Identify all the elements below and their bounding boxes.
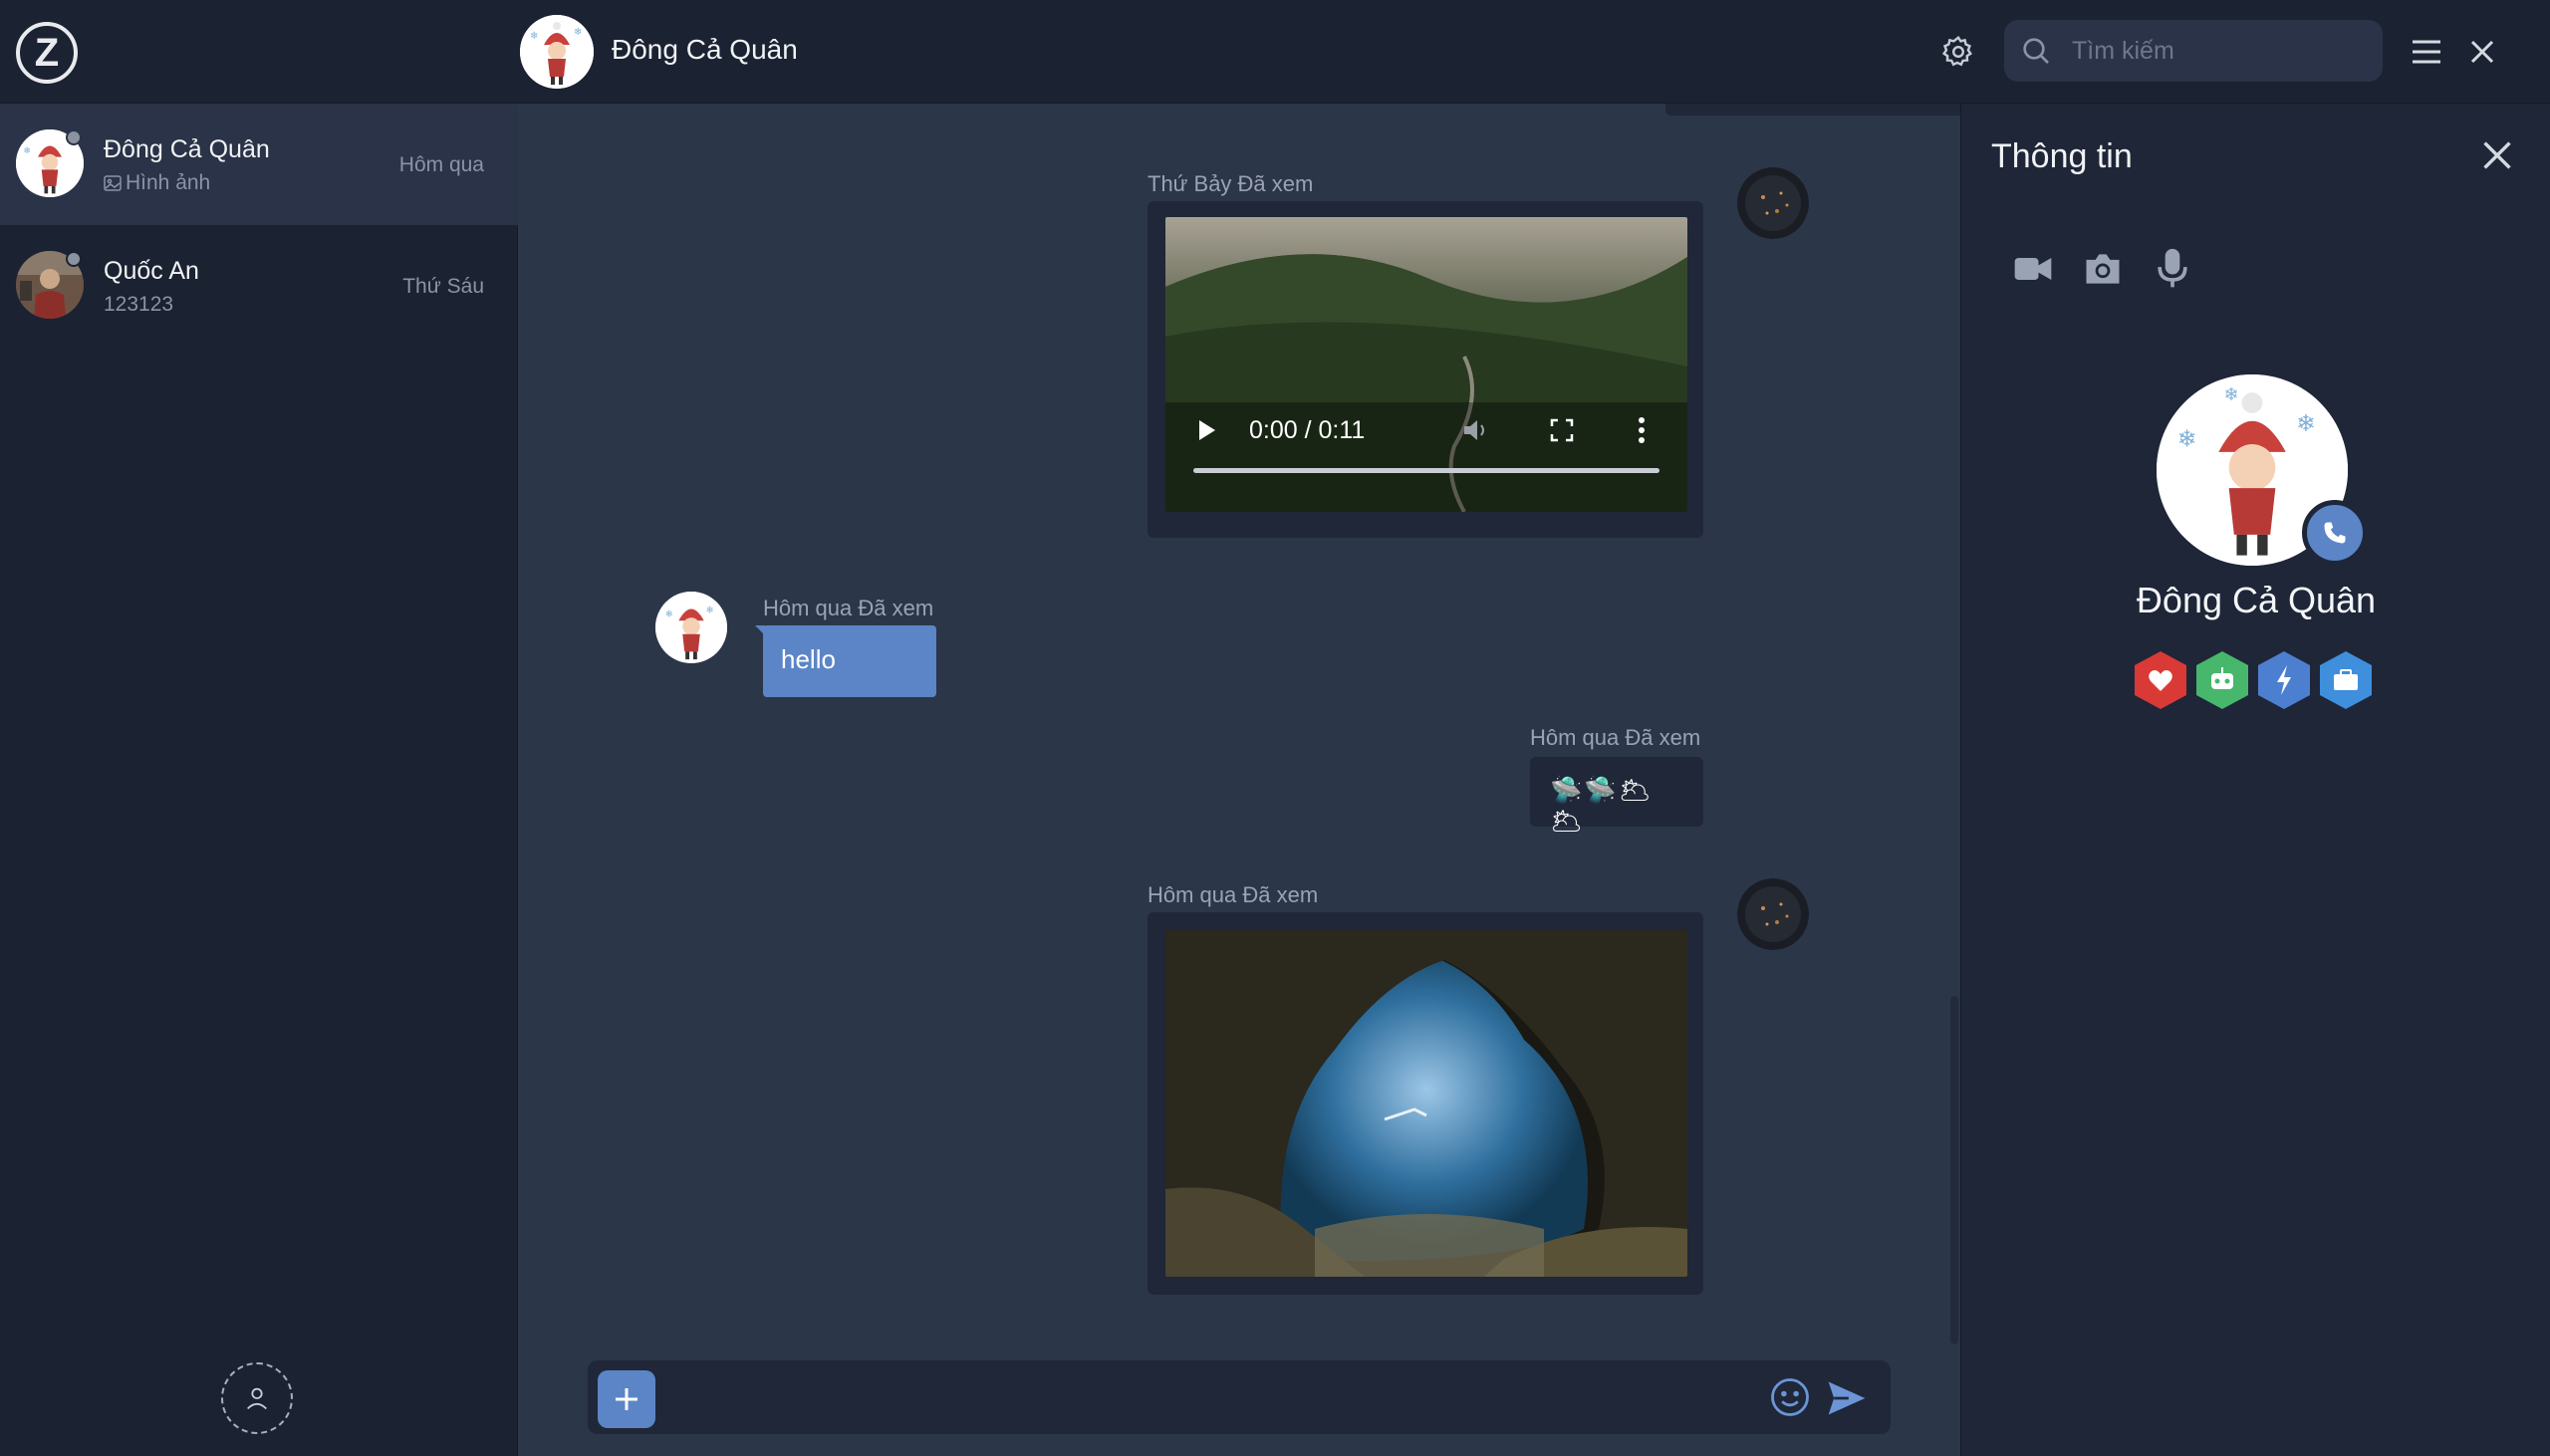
svg-text:❄: ❄ <box>530 31 538 42</box>
emoji-message[interactable]: 🛸🛸🌥🌥 <box>1530 757 1703 836</box>
status-dot <box>66 251 82 267</box>
settings-gear-icon[interactable] <box>1936 30 1980 74</box>
chat-header-avatar[interactable]: ❄ ❄ <box>520 15 594 89</box>
status-dot <box>66 129 82 145</box>
info-panel-title: Thông tin <box>1991 137 2133 175</box>
add-attachment-button[interactable] <box>598 1370 655 1428</box>
send-icon[interactable] <box>1825 1376 1869 1420</box>
conversation-item[interactable]: ❄ Đông Cả Quân Hình ảnh Hôm qua <box>0 104 518 225</box>
conversation-time: Thứ Sáu <box>402 275 484 298</box>
menu-hamburger-icon[interactable] <box>2405 30 2448 74</box>
user-icon <box>247 1387 267 1410</box>
video-call-icon[interactable] <box>2011 247 2055 291</box>
contact-avatar[interactable]: ❄ ❄ <box>655 592 727 663</box>
bolt-icon[interactable] <box>2256 649 2312 711</box>
robot-icon[interactable] <box>2194 649 2250 711</box>
call-button[interactable] <box>2302 500 2368 566</box>
conversation-item[interactable]: Quốc An 123123 Thứ Sáu <box>0 225 518 347</box>
my-avatar[interactable] <box>1737 167 1809 239</box>
app-logo[interactable]: Z <box>16 22 78 84</box>
user-profile-button[interactable] <box>221 1362 293 1434</box>
briefcase-icon[interactable] <box>2318 649 2374 711</box>
conversation-preview-text: Hình ảnh <box>126 171 211 194</box>
fullscreen-icon[interactable] <box>1550 418 1574 442</box>
svg-text:❄: ❄ <box>665 608 673 619</box>
svg-text:❄: ❄ <box>2296 410 2316 436</box>
svg-text:❄: ❄ <box>706 605 714 615</box>
close-window-icon[interactable] <box>2460 30 2504 74</box>
more-options-icon[interactable] <box>1638 416 1646 444</box>
chat-scrollbar[interactable] <box>1950 996 1958 1344</box>
conversation-time: Hôm qua <box>398 153 484 176</box>
chat-app-window: Z ❄ ❄ Đông Cả Quân Tìm kiếm ❄ Đông Cả Qu… <box>0 0 2550 1456</box>
chat-header-name: Đông Cả Quân <box>612 34 798 65</box>
video-time-label: 0:00 / 0:11 <box>1249 416 1366 444</box>
conversation-sidebar: ❄ Đông Cả Quân Hình ảnh Hôm qua Quốc An … <box>0 104 518 1456</box>
heart-icon[interactable] <box>2133 649 2188 711</box>
info-panel: Thông tin ❄ ❄ ❄ Đông Cả Quân <box>1960 104 2550 1456</box>
svg-text:❄: ❄ <box>2223 384 2238 404</box>
message-composer <box>588 1360 1891 1434</box>
search-box <box>2004 20 2383 82</box>
emoji-icon[interactable] <box>1769 1376 1811 1418</box>
conversation-preview: 123123 <box>104 293 174 316</box>
photo-message-image[interactable] <box>1165 930 1687 1277</box>
conversation-name: Quốc An <box>104 257 199 285</box>
message-meta: Hôm qua Đã xem <box>763 596 934 620</box>
profile-name: Đông Cả Quân <box>2136 580 2377 620</box>
top-bar: Z ❄ ❄ Đông Cả Quân <box>0 0 2550 104</box>
svg-text:❄: ❄ <box>574 27 582 38</box>
video-progress-bar[interactable] <box>1193 468 1659 473</box>
play-icon[interactable] <box>1197 418 1217 442</box>
message-card-partial <box>1665 104 1960 116</box>
search-input[interactable] <box>2072 20 2371 82</box>
message-input[interactable] <box>677 1372 1743 1422</box>
volume-icon[interactable] <box>1462 416 1492 444</box>
svg-text:❄: ❄ <box>2177 426 2197 452</box>
image-icon <box>104 175 122 191</box>
conversation-name: Đông Cả Quân <box>104 135 270 163</box>
phone-icon <box>2324 522 2346 544</box>
close-panel-icon[interactable] <box>2479 137 2515 173</box>
conversation-preview: Hình ảnh <box>104 171 210 195</box>
message-meta: Hôm qua Đã xem <box>1530 725 1701 750</box>
video-controls: 0:00 / 0:11 <box>1165 388 1687 512</box>
search-icon <box>2023 38 2049 64</box>
plus-icon <box>616 1388 638 1410</box>
microphone-icon[interactable] <box>2151 247 2194 291</box>
my-avatar[interactable] <box>1737 878 1809 950</box>
badge-row <box>2133 649 2382 713</box>
message-meta: Hôm qua Đã xem <box>1148 882 1319 907</box>
camera-icon[interactable] <box>2081 247 2125 291</box>
message-bubble[interactable]: hello <box>763 625 936 697</box>
svg-text:❄: ❄ <box>23 145 31 155</box>
message-meta: Thứ Bảy Đã xem <box>1148 171 1314 196</box>
